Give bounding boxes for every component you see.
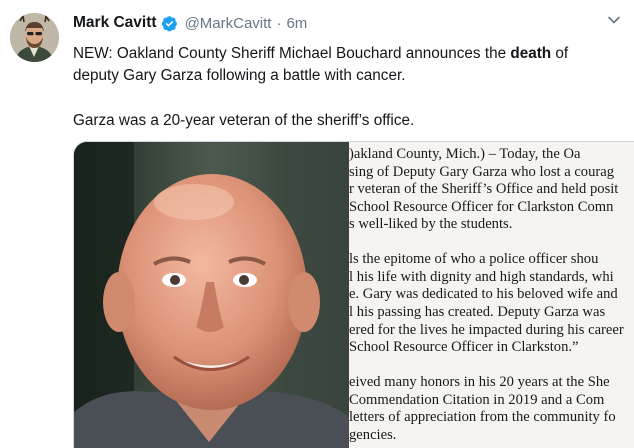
document-text-line: e. Gary was dedicated to his beloved wif… [349, 286, 618, 302]
document-text-line: ls the epitome of who a police officer s… [349, 251, 599, 267]
press-release-document: )akland County, Mich.) – Today, the Oa si… [349, 142, 634, 448]
chevron-down-icon[interactable] [606, 12, 622, 28]
document-text-line: Commendation Citation in 2019 and a Com [349, 392, 605, 408]
author-name[interactable]: Mark Cavitt [73, 14, 157, 32]
tweet-media[interactable]: )akland County, Mich.) – Today, the Oa si… [73, 141, 634, 448]
document-text-line: l his passing has created. Deputy Garza … [349, 304, 606, 320]
tweet-text-segment: of [551, 45, 569, 62]
document-text-line: School Resource Officer in Clarkston.” [349, 339, 579, 355]
tweet-text-segment: NEW: Oakland County Sheriff Michael Bouc… [73, 45, 511, 62]
tweet-header: Mark Cavitt @MarkCavitt · 6m [73, 12, 307, 34]
document-text-line: )akland County, Mich.) – Today, the Oa [349, 146, 581, 162]
tweet-card[interactable]: Mark Cavitt @MarkCavitt · 6m NEW: Oaklan… [0, 0, 634, 448]
document-text-line: sing of Deputy Gary Garza who lost a cou… [349, 164, 615, 180]
tweet-text-line: NEW: Oakland County Sheriff Michael Bouc… [73, 43, 618, 65]
author-handle[interactable]: @MarkCavitt [185, 15, 272, 32]
document-text-line: ered for the lives he impacted during hi… [349, 322, 624, 338]
tweet-text-bold: death [510, 45, 552, 62]
separator-dot: · [276, 14, 282, 32]
document-text-line: letters of appreciation from the communi… [349, 409, 616, 425]
tweet-text-line: Garza was a 20-year veteran of the sheri… [73, 112, 415, 129]
tweet-timestamp[interactable]: 6m [286, 15, 307, 32]
document-text-line: r veteran of the Sheriff’s Office and he… [349, 181, 619, 197]
document-text-line: gencies. [349, 427, 397, 443]
document-text-line: s well-liked by the students. [349, 216, 513, 232]
document-text-line: School Resource Officer for Clarkston Co… [349, 199, 614, 215]
avatar[interactable] [10, 13, 59, 62]
document-text-line: eived many honors in his 20 years at the… [349, 374, 610, 390]
document-text-line: l his life with dignity and high standar… [349, 269, 614, 285]
deputy-photo[interactable] [74, 142, 349, 448]
tweet-text-line: deputy Gary Garza following a battle wit… [73, 67, 406, 84]
verified-badge-icon [161, 15, 178, 32]
